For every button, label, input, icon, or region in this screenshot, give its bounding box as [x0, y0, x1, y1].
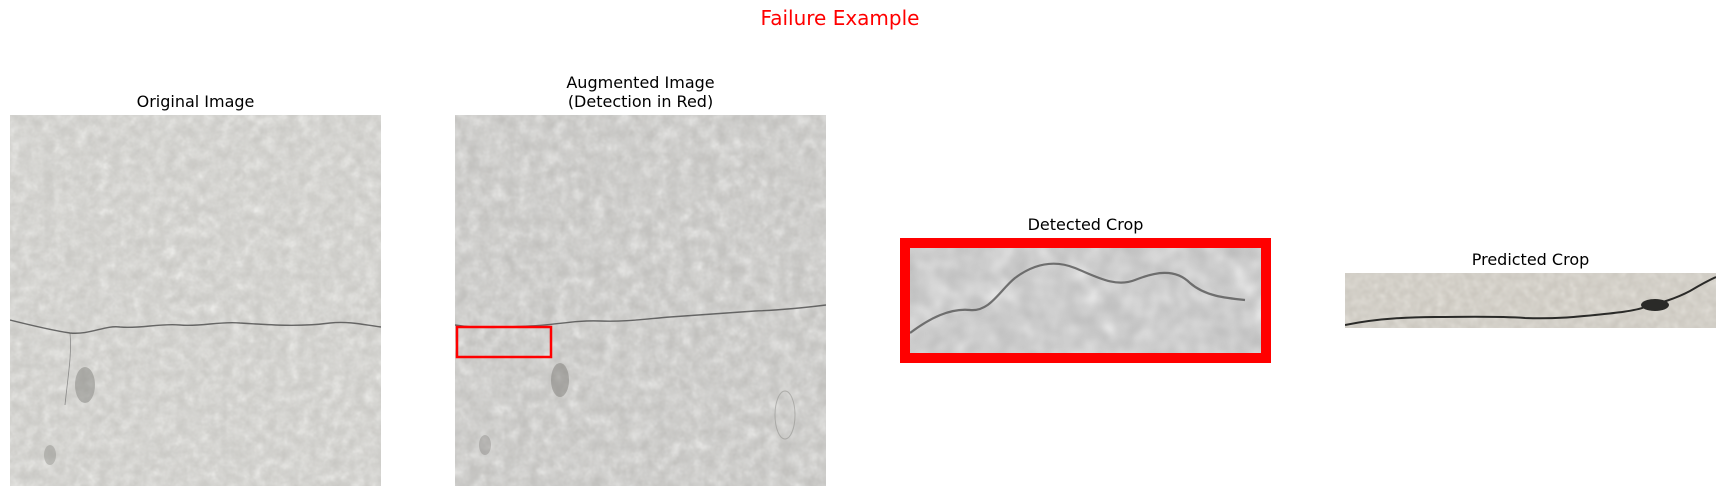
predicted-crop-image [1345, 273, 1716, 328]
figure-suptitle: Failure Example [760, 6, 920, 30]
panel-title-detected: Detected Crop [1027, 215, 1144, 234]
detected-crop-image [900, 238, 1271, 363]
panel-title-original: Original Image [136, 92, 255, 111]
panel-title-predicted: Predicted Crop [1471, 250, 1590, 269]
panel-title-augmented: Augmented Image (Detection in Red) [566, 73, 715, 111]
augmented-image [455, 115, 826, 486]
original-image [10, 115, 381, 486]
